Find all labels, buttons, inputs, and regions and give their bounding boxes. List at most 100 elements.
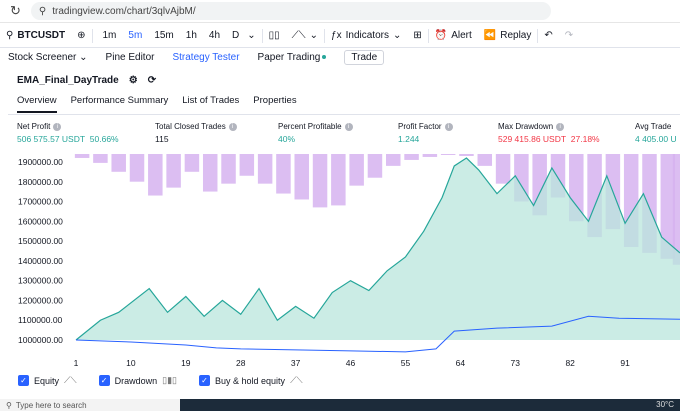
drawdown-bar [202,154,218,192]
line-tool-button[interactable]: ⟋⟍ ⌄ [286,24,324,47]
metric-net-profit: Net Profit i 506 575.57 USDT 50.66% [17,122,119,144]
chevron-down-icon: ⌄ [309,30,319,41]
x-tick-label: 82 [565,358,575,368]
taskbar-search-placeholder: Type here to search [15,400,87,410]
trade-button[interactable]: Trade [344,49,385,65]
metric-label: Total Closed Trades [155,122,226,131]
alert-button[interactable]: ⏰ Alert [429,24,478,47]
compare-button[interactable]: ⊕ [71,24,91,47]
drawdown-bar [129,154,145,182]
x-tick-label: 10 [126,358,136,368]
tab-list-of-trades[interactable]: List of Trades [182,95,239,113]
info-icon[interactable]: i [556,122,565,131]
metric-closed-trades: Total Closed Trades i 115 [155,122,237,144]
x-tick-label: 55 [401,358,411,368]
indicators-label: Indicators [345,30,389,41]
info-icon[interactable]: i [444,122,453,131]
metric-label: Avg Trade [635,122,672,131]
drawdown-bar [184,154,200,172]
metric-value: 40% [278,134,296,144]
interval-15m[interactable]: 15m [150,30,177,41]
os-taskbar: ⚲ Type here to search 30°C [0,399,680,411]
undo-icon: ↶ [544,30,553,41]
info-icon[interactable]: i [344,122,353,131]
tab-stock-screener[interactable]: Stock Screener ⌄ [8,52,88,63]
site-info-icon[interactable]: ⚲ [39,6,46,17]
drawdown-bar [440,154,456,155]
drawdown-bar [221,154,236,184]
drawdown-bar [349,154,364,186]
legend-drawdown[interactable]: ✓ Drawdown ▯▮▯ [98,375,177,386]
chart-legend: ✓ Equity ⟋⟍ ✓ Drawdown ▯▮▯ ✓ Buy & hold … [18,375,303,386]
x-tick-label: 28 [236,358,246,368]
checkbox-icon: ✓ [199,375,211,386]
interval-1h[interactable]: 1h [182,30,201,41]
legend-equity[interactable]: ✓ Equity ⟋⟍ [18,375,77,386]
drawdown-bar [74,154,90,158]
x-tick-label: 73 [511,358,521,368]
metric-label: Net Profit [17,122,51,131]
interval-4h[interactable]: 4h [205,30,224,41]
interval-5m[interactable]: 5m [124,30,146,41]
metric-value: 1.244 [398,134,420,144]
x-tick-label: 64 [456,358,466,368]
templates-button[interactable]: ⊞ [407,24,427,47]
symbol-search-button[interactable]: ⚲ BTCUSDT [0,24,71,47]
y-tick-label: 1700000.00 [18,197,63,207]
chart-type-button[interactable]: ▯▯ [263,24,286,47]
tab-strategy-tester[interactable]: Strategy Tester [172,52,239,63]
drawdown-bar [422,154,438,157]
tab-paper-trading[interactable]: Paper Trading [258,52,327,63]
line-icon: ⟋⟍ [64,375,77,385]
settings-icon[interactable]: ⚙ [129,75,138,86]
strategy-title: EMA_Final_DayTrade [17,75,119,86]
metric-max-drawdown: Max Drawdown i 529 415.86 USDT 27.18% [498,122,600,144]
rewind-icon: ⏪ [483,30,497,41]
search-icon: ⚲ [6,400,12,410]
metric-label: Percent Profitable [278,122,342,131]
y-tick-label: 1100000.00 [18,315,63,325]
reload-icon[interactable]: ↻ [10,3,21,19]
legend-label: Buy & hold equity [215,375,286,386]
refresh-icon[interactable]: ⟳ [148,75,156,86]
plus-circle-icon: ⊕ [77,30,86,41]
tab-properties[interactable]: Properties [253,95,296,113]
interval-1m[interactable]: 1m [99,30,121,41]
status-dot [322,54,327,59]
alarm-clock-icon: ⏰ [434,30,448,41]
url-field[interactable]: ⚲ tradingview.com/chart/3qlvAjbM/ [30,2,551,20]
replay-label: Replay [500,30,532,41]
metric-percent-profitable: Percent Profitable i 40% [278,122,353,144]
chevron-down-icon[interactable]: ⌄ [247,30,255,41]
checkbox-icon: ✓ [18,375,29,386]
redo-button[interactable]: ↷ [559,24,579,47]
interval-d[interactable]: D [228,30,243,41]
undo-button[interactable]: ↶ [538,24,558,47]
y-tick-label: 1000000.00 [18,335,63,345]
legend-buy-hold[interactable]: ✓ Buy & hold equity ⟋⟍ [199,375,303,386]
browser-address-bar: ↻ ⚲ tradingview.com/chart/3qlvAjbM/ [0,0,680,23]
candles-icon: ▯▯ [268,30,280,41]
drawdown-bar [312,154,328,208]
replay-button[interactable]: ⏪ Replay [478,24,538,47]
indicators-button[interactable]: ƒx Indicators ⌄ [325,24,407,47]
drawdown-bar [239,154,255,176]
taskbar-search[interactable]: ⚲ Type here to search [0,399,180,411]
info-icon[interactable]: i [228,122,237,131]
drawdown-bar [294,154,309,200]
x-tick-label: 37 [291,358,301,368]
tab-label: Paper Trading [257,51,321,63]
y-tick-label: 1900000.00 [18,157,63,167]
legend-label: Drawdown [114,375,158,386]
redo-icon: ↷ [564,30,574,41]
tab-pine-editor[interactable]: Pine Editor [106,52,155,63]
drawdown-bar [367,154,383,178]
tab-performance-summary[interactable]: Performance Summary [71,95,169,113]
info-icon[interactable]: i [53,122,62,131]
interval-group: 1m 5m 15m 1h 4h D ⌄ [93,24,262,47]
x-tick-label: 46 [346,358,356,368]
strategy-subtabs: Overview Performance Summary List of Tra… [17,95,297,113]
y-tick-label: 1800000.00 [18,177,63,187]
tab-overview[interactable]: Overview [17,95,57,113]
drawdown-bar [148,154,163,196]
